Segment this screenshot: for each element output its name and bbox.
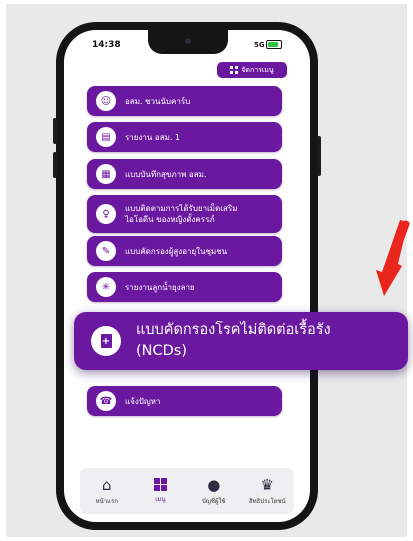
menu-item-label: รายงาน อสม. 1 <box>125 132 181 142</box>
menu-item-label: แบบบันทึกสุขภาพ อสม. <box>125 169 207 179</box>
award-icon: ♛ <box>260 475 274 494</box>
red-arrow-icon <box>376 220 410 296</box>
menu-item-label: แบบคัดกรองผู้สูงอายุในชุมชน <box>125 246 228 256</box>
menu-item-label: รายงานลูกน้ำยุงลาย <box>125 282 195 292</box>
phone-notch <box>148 30 228 54</box>
menu-item-mosquito-report[interactable]: ✳ รายงานลูกน้ำยุงลาย <box>87 272 282 302</box>
menu-item-report-1[interactable]: ▤ รายงาน อสม. 1 <box>87 122 282 152</box>
tab-label: สิทธิประโยชน์ <box>249 497 286 505</box>
grid-icon <box>230 66 239 74</box>
phone-screen: 14:38 5G จัดการเมนู ☺ อสม. ชวนนับคาร์บ ▤… <box>64 30 310 522</box>
front-camera <box>185 38 191 44</box>
status-time: 14:38 <box>92 40 121 50</box>
home-icon: ⌂ <box>101 475 112 494</box>
tab-label: บัญชีผู้ใช้ <box>201 497 226 505</box>
grid-icon <box>153 478 167 491</box>
user-icon: ● <box>207 475 221 494</box>
tab-benefits[interactable]: ♛ สิทธิประโยชน์ <box>242 477 292 506</box>
medical-document-icon: + <box>91 326 121 356</box>
menu-item-report-problem[interactable]: ☎ แจ้งปัญหา <box>87 386 282 416</box>
ncd-screening-button[interactable]: + แบบคัดกรองโรคไม่ติดต่อเรื้อรัง (NCDs) <box>74 312 408 370</box>
tab-menu[interactable]: เมนู <box>135 478 185 504</box>
ncd-screening-label: แบบคัดกรองโรคไม่ติดต่อเรื้อรัง (NCDs) <box>136 322 331 359</box>
carb-counter-icon: ☺ <box>96 91 116 111</box>
menu-item-label: แจ้งปัญหา <box>125 396 161 406</box>
manage-menu-label: จัดการเมนู <box>241 65 274 74</box>
pregnant-woman-icon: ♀ <box>96 204 116 224</box>
volume-up-button <box>53 118 57 144</box>
menu-item-label: อสม. ชวนนับคาร์บ <box>125 96 191 106</box>
menu-item-health-record[interactable]: ▦ แบบบันทึกสุขภาพ อสม. <box>87 159 282 189</box>
battery-level <box>268 42 278 47</box>
power-button <box>317 136 321 176</box>
network-indicator: 5G <box>254 41 265 49</box>
document-icon: ▤ <box>96 127 116 147</box>
tab-label: หน้าแรก <box>95 497 118 505</box>
tab-account[interactable]: ● บัญชีผู้ใช้ <box>189 477 239 506</box>
menu-item-label: แบบติดตามการได้รับยาเม็ดเสริม ไอโอดีน ขอ… <box>125 204 238 224</box>
menu-item-elderly-screening[interactable]: ✎ แบบคัดกรองผู้สูงอายุในชุมชน <box>87 236 282 266</box>
elderly-screening-icon: ✎ <box>96 241 116 261</box>
health-record-icon: ▦ <box>96 164 116 184</box>
tab-home[interactable]: ⌂ หน้าแรก <box>82 477 132 506</box>
volume-down-button <box>53 152 57 178</box>
tab-label: เมนู <box>155 496 166 503</box>
manage-menu-button[interactable]: จัดการเมนู <box>217 62 287 78</box>
menu-item-carb-counter[interactable]: ☺ อสม. ชวนนับคาร์บ <box>87 86 282 116</box>
battery-icon <box>266 40 282 49</box>
menu-item-iodine-tracking[interactable]: ♀ แบบติดตามการได้รับยาเม็ดเสริม ไอโอดีน … <box>87 195 282 233</box>
bottom-tab-bar: ⌂ หน้าแรก เมนู ● บัญชีผู้ใช้ ♛ สิทธิประโ… <box>80 468 294 514</box>
mosquito-icon: ✳ <box>96 277 116 297</box>
support-headset-icon: ☎ <box>96 391 116 411</box>
